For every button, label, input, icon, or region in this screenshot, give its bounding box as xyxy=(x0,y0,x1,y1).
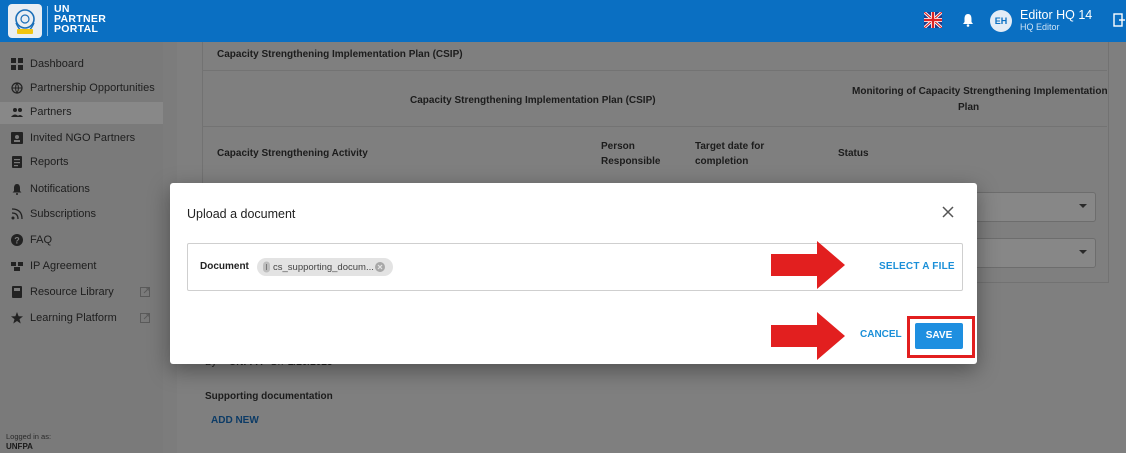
user-name[interactable]: Editor HQ 14 xyxy=(1020,8,1092,22)
un-emblem-icon xyxy=(15,9,35,34)
sidebar-item-label: Dashboard xyxy=(30,58,84,70)
un-logo[interactable] xyxy=(8,4,42,38)
people-icon xyxy=(11,108,23,117)
column-header-status: Status xyxy=(838,148,869,159)
column-header-person-line2: Responsible xyxy=(601,156,661,167)
sidebar-item-label: Invited NGO Partners xyxy=(30,132,136,144)
rss-icon xyxy=(11,208,23,220)
column-header-activity: Capacity Strengthening Activity xyxy=(217,148,368,159)
attachment-icon xyxy=(263,261,270,273)
sidebar-item-label: Reports xyxy=(30,156,69,168)
csip-column-group: Capacity Strengthening Implementation Pl… xyxy=(410,95,656,106)
arrow-to-select-file-icon xyxy=(771,241,845,289)
sidebar-item-faq[interactable]: ? FAQ xyxy=(0,230,163,252)
document-field: Document cs_supporting_docum... SELECT A… xyxy=(187,243,963,291)
sidebar-item-label: Subscriptions xyxy=(30,208,97,220)
sidebar-item-learning-platform[interactable]: Learning Platform xyxy=(0,308,163,330)
sidebar-item-label: Resource Library xyxy=(30,286,114,298)
sidebar-item-dashboard[interactable]: Dashboard xyxy=(0,54,163,76)
external-link-icon xyxy=(140,287,150,297)
brand-name: UN PARTNER PORTAL xyxy=(54,4,106,35)
dialog-title: Upload a document xyxy=(187,207,296,221)
person-card-icon xyxy=(11,132,23,144)
remove-file-icon[interactable] xyxy=(375,262,385,272)
sidebar-item-notifications[interactable]: Notifications xyxy=(0,179,163,201)
external-link-icon xyxy=(140,313,150,323)
logged-in-label: Logged in as: xyxy=(6,432,52,441)
column-header-target-line2: completion xyxy=(695,156,749,167)
select-a-file-button[interactable]: SELECT A FILE xyxy=(879,261,955,272)
arrow-to-cancel-icon xyxy=(771,312,845,360)
bell-icon xyxy=(12,184,22,195)
sidebar-item-label: FAQ xyxy=(30,234,53,246)
column-header-person-line1: Person xyxy=(601,141,635,152)
uk-flag-icon[interactable] xyxy=(924,12,942,28)
close-icon[interactable] xyxy=(942,206,954,218)
sidebar-item-resource-library[interactable]: Resource Library xyxy=(0,282,163,304)
save-button[interactable]: SAVE xyxy=(915,323,963,349)
sidebar-item-ip-agreement[interactable]: IP Agreement xyxy=(0,256,163,278)
agreement-icon xyxy=(11,262,23,271)
notification-bell-icon[interactable] xyxy=(962,13,974,27)
logout-icon[interactable] xyxy=(1113,13,1125,27)
file-chip[interactable]: cs_supporting_docum... xyxy=(257,258,393,276)
monitoring-column-group-line2: Plan xyxy=(958,102,980,113)
upload-document-dialog: Upload a document Document cs_supporting… xyxy=(170,183,977,364)
sidebar-item-invited-ngo-partners[interactable]: Invited NGO Partners xyxy=(0,128,163,150)
sidebar-item-reports[interactable]: Reports xyxy=(0,152,163,174)
top-bar: UN PARTNER PORTAL EH Editor HQ 14 HQ Edi… xyxy=(0,0,1126,42)
column-header-target-line1: Target date for xyxy=(695,141,765,152)
csip-section-title: Capacity Strengthening Implementation Pl… xyxy=(217,49,463,60)
document-label: Document xyxy=(200,261,249,272)
chevron-down-icon xyxy=(1079,250,1087,254)
add-new-button[interactable]: ADD NEW xyxy=(211,415,259,426)
monitoring-column-group-line1: Monitoring of Capacity Strengthening Imp… xyxy=(852,86,1108,97)
divider xyxy=(202,126,1107,127)
user-avatar[interactable]: EH xyxy=(990,10,1012,32)
sidebar-item-subscriptions[interactable]: Subscriptions xyxy=(0,204,163,226)
report-icon xyxy=(12,156,22,168)
dashboard-icon xyxy=(11,58,23,70)
globe-icon xyxy=(11,82,23,94)
logo-divider xyxy=(47,6,48,36)
sidebar-item-partners[interactable]: Partners xyxy=(0,102,163,124)
sidebar-item-label: Partnership Opportunities xyxy=(30,82,155,94)
file-chip-name: cs_supporting_docum... xyxy=(273,262,374,273)
sidebar-item-label: Partners xyxy=(30,106,72,118)
user-role: HQ Editor xyxy=(1020,22,1060,32)
help-icon: ? xyxy=(11,234,23,246)
sidebar-item-label: Learning Platform xyxy=(30,312,117,324)
logged-in-value: UNFPA xyxy=(6,442,33,451)
svg-text:?: ? xyxy=(14,236,20,246)
sidebar-item-label: Notifications xyxy=(30,183,90,195)
sidebar-item-partnership-opportunities[interactable]: Partnership Opportunities xyxy=(0,78,163,100)
chevron-down-icon xyxy=(1079,204,1087,208)
supporting-documentation-label: Supporting documentation xyxy=(205,391,333,402)
star-icon xyxy=(11,312,23,324)
book-icon xyxy=(12,286,22,298)
sidebar: Dashboard Partnership Opportunities Part… xyxy=(0,42,163,453)
divider xyxy=(202,70,1107,71)
brand-line-3: PORTAL xyxy=(54,23,99,35)
sidebar-item-label: IP Agreement xyxy=(30,260,97,272)
cancel-button[interactable]: CANCEL xyxy=(860,329,902,340)
